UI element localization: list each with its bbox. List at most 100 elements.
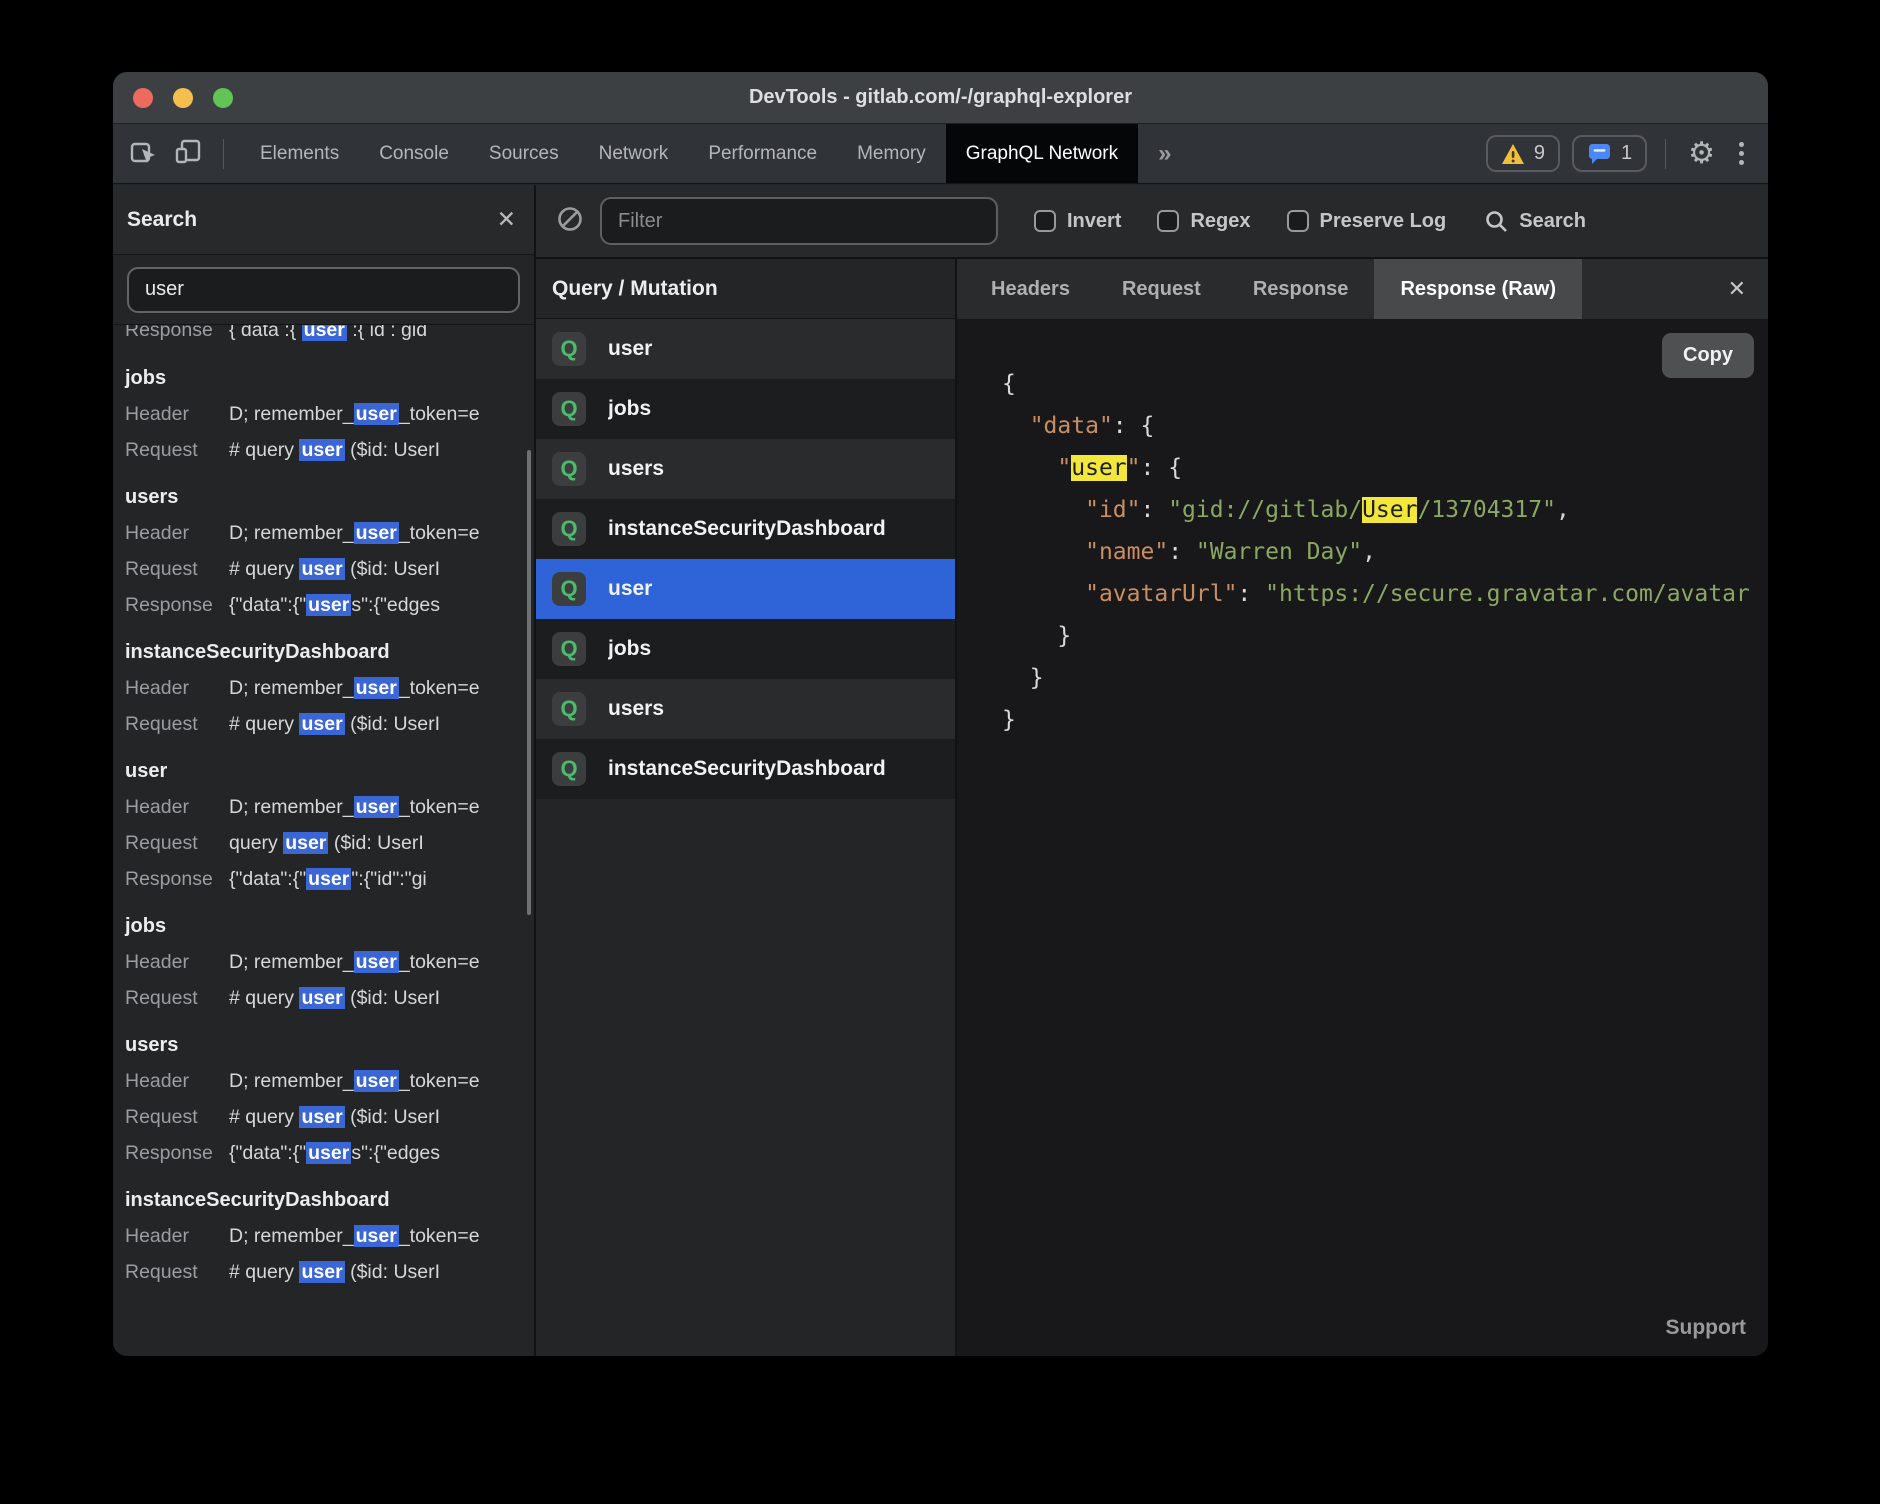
checkbox-regex[interactable]: Regex xyxy=(1157,210,1250,233)
checkbox-invert[interactable]: Invert xyxy=(1034,210,1121,233)
result-row-label: Request xyxy=(125,713,229,736)
support-link[interactable]: Support xyxy=(1666,1316,1746,1340)
result-row-label: Header xyxy=(125,522,229,545)
search-result-row[interactable]: Request# query user ($id: UserI xyxy=(125,432,534,468)
search-result-row[interactable]: Request# query user ($id: UserI xyxy=(125,551,534,587)
result-row-label: Header xyxy=(125,951,229,974)
query-row-instancesecuritydashboard[interactable]: QinstanceSecurityDashboard xyxy=(536,499,955,559)
close-window-button[interactable] xyxy=(133,88,153,108)
value-text: ($id: UserI xyxy=(345,987,440,1009)
json-token: : { xyxy=(1141,455,1183,481)
value-text: D; remember_ xyxy=(229,951,354,973)
json-token: , xyxy=(1556,497,1570,523)
value-text: # query xyxy=(229,713,299,735)
invert-checkbox[interactable] xyxy=(1034,210,1056,232)
search-result-row[interactable]: HeaderD; remember_user_token=e xyxy=(125,944,534,980)
detail-tab-response[interactable]: Response xyxy=(1227,259,1375,319)
maximize-window-button[interactable] xyxy=(213,88,233,108)
query-type-badge: Q xyxy=(552,632,586,666)
search-result-row[interactable]: Response{ data :{ user :{ id : gid xyxy=(125,325,534,348)
result-row-value: D; remember_user_token=e xyxy=(229,522,480,545)
value-text: _token=e xyxy=(399,403,480,425)
toolbar-tab-performance[interactable]: Performance xyxy=(688,124,837,183)
more-tabs-button[interactable]: » xyxy=(1138,124,1191,183)
inspect-element-icon[interactable] xyxy=(129,136,159,171)
search-result-row[interactable]: Request# query user ($id: UserI xyxy=(125,1099,534,1135)
search-result-row[interactable]: Requestquery user ($id: UserI xyxy=(125,825,534,861)
close-detail-icon[interactable]: ✕ xyxy=(1706,259,1768,319)
query-type-badge: Q xyxy=(552,692,586,726)
search-panel: Search ✕ Response{ data :{ user :{ id : … xyxy=(113,185,536,1356)
match-highlight: user xyxy=(299,1106,344,1128)
json-token: " xyxy=(1127,455,1141,481)
search-panel-scrollbar[interactable] xyxy=(527,450,531,915)
search-result-row[interactable]: HeaderD; remember_user_token=e xyxy=(125,1218,534,1254)
minimize-window-button[interactable] xyxy=(173,88,193,108)
search-result-row[interactable]: Request# query user ($id: UserI xyxy=(125,980,534,1016)
search-result-row[interactable]: Request# query user ($id: UserI xyxy=(125,706,534,742)
toolbar-tab-network[interactable]: Network xyxy=(579,124,689,183)
search-result-row[interactable]: HeaderD; remember_user_token=e xyxy=(125,1063,534,1099)
query-row-label: user xyxy=(608,577,652,601)
detail-tab-response-raw[interactable]: Response (Raw) xyxy=(1374,259,1582,319)
clipped-result-row: Response{ data :{ user :{ id : gid xyxy=(125,325,534,349)
query-row-jobs[interactable]: Qjobs xyxy=(536,619,955,679)
query-row-instancesecuritydashboard[interactable]: QinstanceSecurityDashboard xyxy=(536,739,955,799)
match-highlight: user xyxy=(283,832,328,854)
toolbar-tab-elements[interactable]: Elements xyxy=(240,124,359,183)
checkbox-label: Regex xyxy=(1190,210,1250,233)
device-toolbar-icon[interactable] xyxy=(173,136,203,171)
search-result-group-name: user xyxy=(125,760,534,783)
checkbox-preserve-log[interactable]: Preserve Log xyxy=(1287,210,1447,233)
search-result-row[interactable]: HeaderD; remember_user_token=e xyxy=(125,670,534,706)
search-input[interactable] xyxy=(127,267,520,313)
query-row-users[interactable]: Qusers xyxy=(536,439,955,499)
toolbar-tab-console[interactable]: Console xyxy=(359,124,469,183)
settings-gear-icon[interactable]: ⚙ xyxy=(1684,139,1719,169)
query-row-jobs[interactable]: Qjobs xyxy=(536,379,955,439)
toolbar-tab-memory[interactable]: Memory xyxy=(837,124,946,183)
warnings-badge[interactable]: 9 xyxy=(1486,135,1560,172)
regex-checkbox[interactable] xyxy=(1157,210,1179,232)
query-row-user[interactable]: Quser xyxy=(536,559,955,619)
search-result-row[interactable]: Response{"data":{"users":{"edges xyxy=(125,587,534,623)
query-row-user[interactable]: Quser xyxy=(536,319,955,379)
search-result-row[interactable]: Response{"data":{"user":{"id":"gi xyxy=(125,861,534,897)
query-row-label: jobs xyxy=(608,637,651,661)
query-row-label: instanceSecurityDashboard xyxy=(608,757,886,781)
detail-tab-request[interactable]: Request xyxy=(1096,259,1227,319)
query-row-label: instanceSecurityDashboard xyxy=(608,517,886,541)
preserve-log-checkbox[interactable] xyxy=(1287,210,1309,232)
detail-tab-headers[interactable]: Headers xyxy=(965,259,1096,319)
value-text: D; remember_ xyxy=(229,522,354,544)
kebab-menu-icon[interactable] xyxy=(1731,142,1752,165)
match-highlight: user xyxy=(354,677,399,699)
json-token: } xyxy=(1002,707,1016,733)
close-search-icon[interactable]: ✕ xyxy=(497,206,516,233)
value-text: D; remember_ xyxy=(229,796,354,818)
search-result-row[interactable]: Request# query user ($id: UserI xyxy=(125,1254,534,1290)
search-result-row[interactable]: HeaderD; remember_user_token=e xyxy=(125,789,534,825)
filter-input[interactable] xyxy=(600,197,998,245)
value-text: D; remember_ xyxy=(229,403,354,425)
network-search-button[interactable]: Search xyxy=(1484,209,1586,234)
toolbar-tab-sources[interactable]: Sources xyxy=(469,124,579,183)
search-result-group-name: jobs xyxy=(125,915,534,938)
json-line: } xyxy=(1002,615,1768,657)
search-result-row[interactable]: HeaderD; remember_user_token=e xyxy=(125,396,534,432)
window-title: DevTools - gitlab.com/-/graphql-explorer xyxy=(749,86,1132,109)
match-highlight: user xyxy=(302,325,347,341)
copy-button[interactable]: Copy xyxy=(1662,333,1754,378)
search-result-row[interactable]: Response{"data":{"users":{"edges xyxy=(125,1135,534,1171)
value-text: { data :{ xyxy=(229,325,302,341)
search-icon xyxy=(1484,209,1509,234)
result-row-value: query user ($id: UserI xyxy=(229,832,424,855)
search-result-row[interactable]: HeaderD; remember_user_token=e xyxy=(125,515,534,551)
clear-icon[interactable] xyxy=(556,205,584,238)
issues-badge[interactable]: 1 xyxy=(1572,135,1647,172)
result-row-label: Response xyxy=(125,868,229,891)
toolbar-tab-graphql-network[interactable]: GraphQL Network xyxy=(946,124,1138,183)
match-highlight: user xyxy=(306,1142,351,1164)
query-row-users[interactable]: Qusers xyxy=(536,679,955,739)
value-text: D; remember_ xyxy=(229,677,354,699)
